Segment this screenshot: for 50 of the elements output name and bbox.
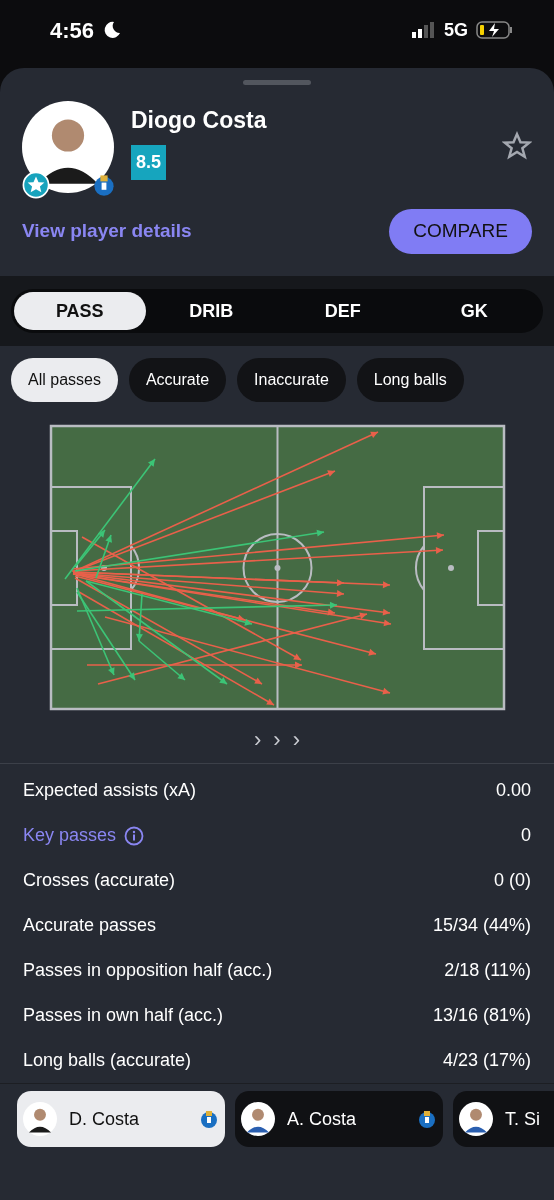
player-chip[interactable]: T. Si [453,1091,554,1147]
stat-label: Long balls (accurate) [23,1049,192,1072]
stat-label: Expected assists (xA) [23,779,197,802]
stat-value: 0 [521,824,531,847]
pager-chevron[interactable]: › [292,729,300,751]
info-icon[interactable] [124,825,145,846]
stat-label: Crosses (accurate) [23,869,176,892]
stat-tab[interactable]: PASS [14,292,146,330]
compare-button[interactable]: COMPARE [389,209,532,254]
stat-value: 4/23 (17%) [442,1049,531,1072]
filter-chip[interactable]: All passes [11,358,118,402]
stat-tab[interactable]: GK [408,292,540,330]
player-avatar [23,1102,57,1136]
player-chip[interactable]: D. Costa [17,1091,225,1147]
pager-chevron[interactable]: › [254,729,262,751]
status-time: 4:56 [50,16,95,45]
star-badge-icon [22,171,50,199]
filter-chip[interactable]: Long balls [356,358,464,402]
stat-value: 0 (0) [494,869,531,892]
player-chip-name: D. Costa [69,1107,140,1131]
player-chip[interactable]: A. Costa [235,1091,443,1147]
club-crest-icon [92,173,116,197]
stat-value: 15/34 (44%) [432,914,531,937]
stat-tab[interactable]: DRIB [145,292,277,330]
view-player-details-link[interactable]: View player details [22,217,192,246]
club-crest-icon [417,1108,437,1130]
stat-value: 0.00 [495,779,531,802]
player-avatar [459,1102,493,1136]
player-name: Diogo Costa [131,106,267,135]
favorite-star-icon[interactable] [502,131,532,161]
rating-badge: 8.5 [131,145,166,180]
stat-label: Accurate passes [23,914,157,937]
filter-chip[interactable]: Inaccurate [237,358,346,402]
network-label: 5G [444,18,468,42]
stat-value: 13/16 (81%) [432,1004,531,1027]
stat-label-link[interactable]: Key passes [23,822,117,849]
drag-handle[interactable] [243,80,311,85]
stat-tab[interactable]: DEF [277,292,409,330]
player-chip-name: A. Costa [287,1107,357,1131]
player-chip-name: T. Si [505,1107,540,1131]
club-crest-icon [199,1108,219,1130]
stat-value: 2/18 (11%) [444,959,531,982]
pager-chevron[interactable]: › [273,729,281,751]
moon-icon [102,20,123,40]
stat-label: Passes in opposition half (acc.) [23,959,273,982]
filter-chip[interactable]: Accurate [128,358,227,402]
battery-icon [476,21,514,39]
player-avatar [241,1102,275,1136]
signal-icon [412,22,436,38]
stat-label: Passes in own half (acc.) [23,1004,224,1027]
